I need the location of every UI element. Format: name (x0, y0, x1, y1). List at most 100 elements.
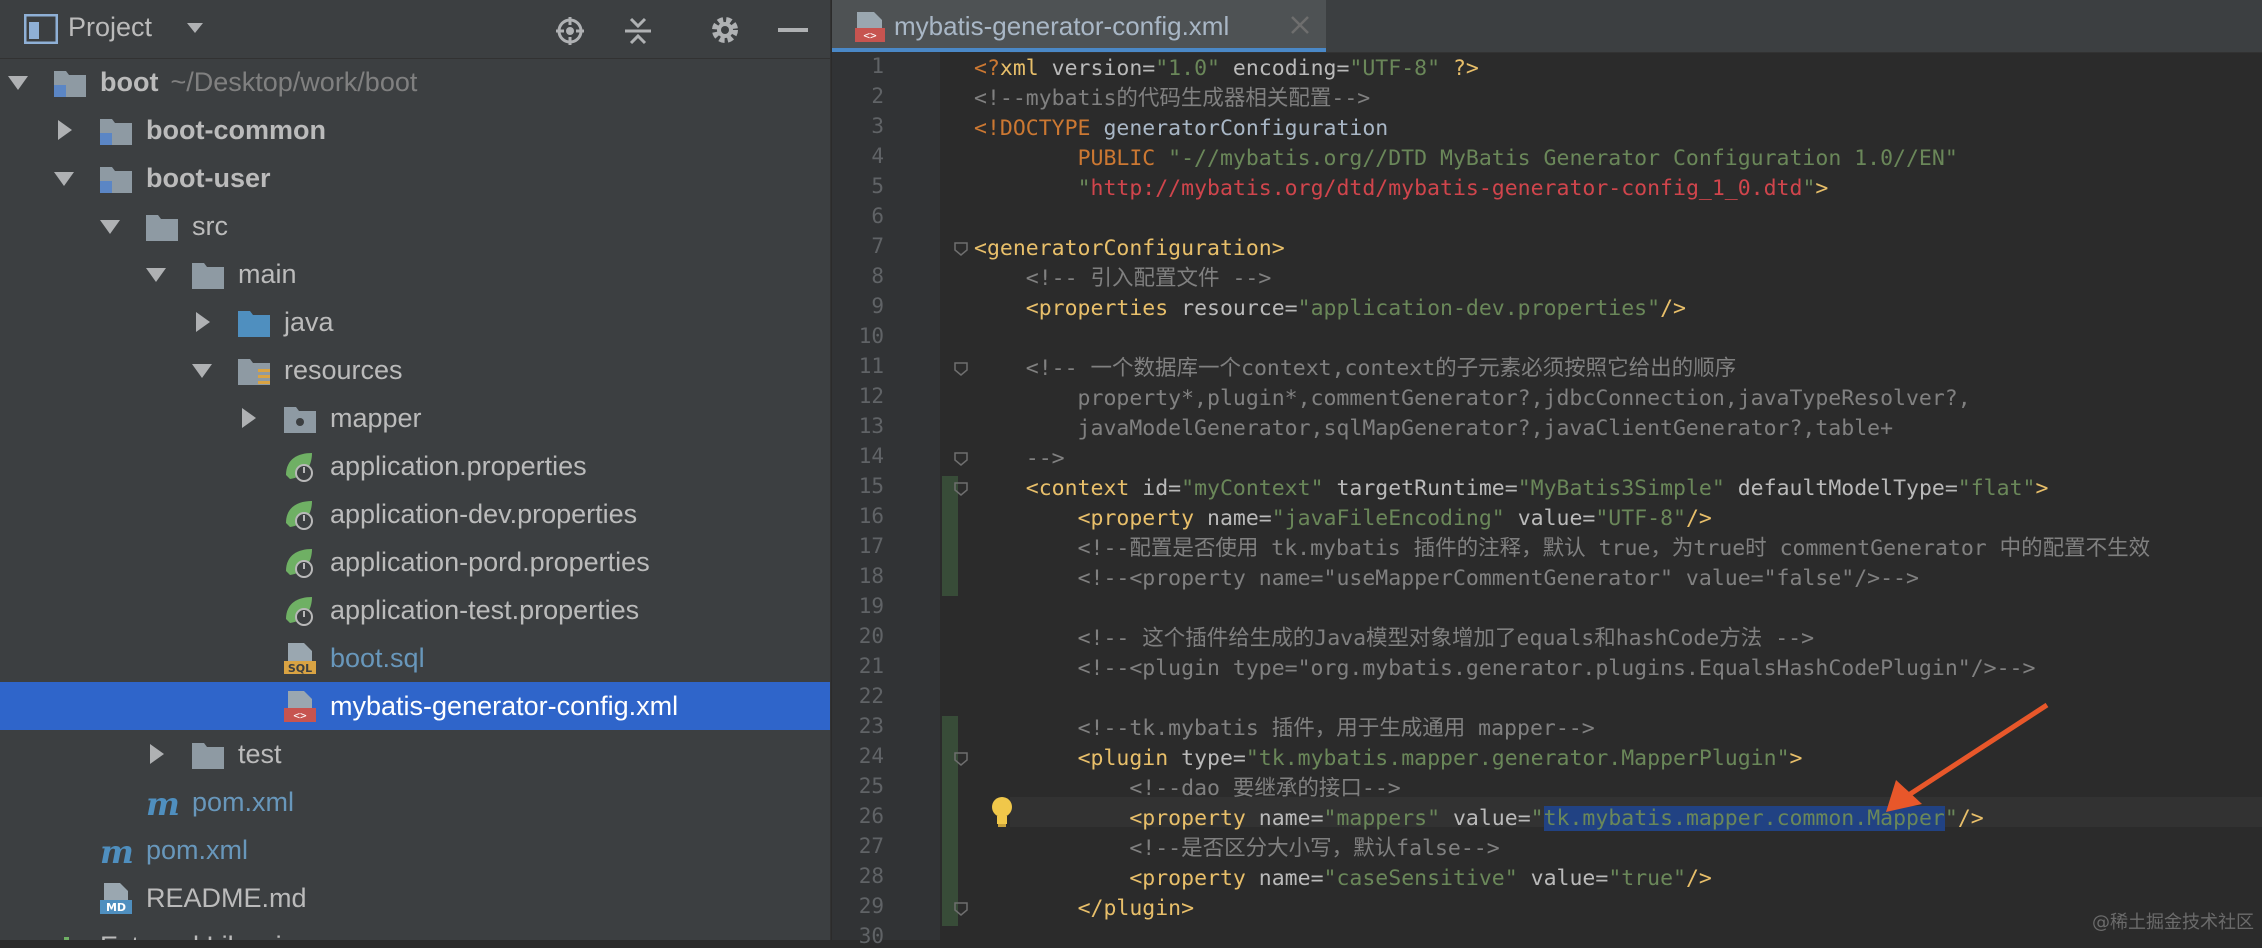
line-number: 11 (858, 354, 884, 378)
tree-node[interactable]: boot ~/Desktop/work/boot (0, 58, 830, 106)
code-token: " (1802, 176, 1816, 201)
tree-node[interactable]: application-test.properties (0, 586, 830, 634)
code-token: name= (1258, 866, 1324, 891)
line-number: 15 (858, 474, 884, 498)
tree-node[interactable]: test (0, 730, 830, 778)
tree-node[interactable]: application-pord.properties (0, 538, 830, 586)
code-line: <!--<plugin type="org.mybatis.generator.… (974, 654, 2036, 684)
code-token: resource= (1181, 296, 1298, 321)
minimize-icon[interactable] (778, 28, 808, 34)
editor-tab-label: mybatis-generator-config.xml (894, 11, 1230, 41)
code-line: <plugin type="tk.mybatis.mapper.generato… (974, 744, 1803, 774)
code-token: "-//mybatis.org//DTD MyBatis Generator C… (1168, 146, 1958, 171)
tree-node[interactable]: m pom.xml (0, 826, 830, 874)
code-line: </plugin> (974, 894, 1195, 924)
code-token: > (2035, 476, 2049, 501)
tree-node[interactable]: boot-common (0, 106, 830, 154)
tree-node-label: External Libraries (100, 931, 310, 940)
code-token: name= (1207, 506, 1272, 531)
source-folder-icon (238, 311, 270, 337)
line-number: 5 (871, 174, 884, 198)
project-panel-title[interactable]: Project (68, 12, 152, 43)
tree-node-name: java (284, 307, 334, 337)
code-line: PUBLIC "-//mybatis.org//DTD MyBatis Gene… (974, 144, 1958, 174)
code-token: encoding= (1219, 56, 1350, 81)
tree-node[interactable]: boot-user (0, 154, 830, 202)
project-tool-window: Project boot ~/Desktop/work/boot boot-comm… (0, 0, 830, 940)
tree-node[interactable]: application.properties (0, 442, 830, 490)
tree-node[interactable]: application-dev.properties (0, 490, 830, 538)
tree-node-name: resources (284, 355, 403, 385)
project-panel-header: Project (0, 0, 830, 59)
line-number: 12 (858, 384, 884, 408)
code-token: <!--mybatis的代码生成器相关配置--> (974, 86, 1371, 111)
expand-arrow-right-icon[interactable] (142, 740, 170, 768)
expand-arrow-down-icon[interactable] (4, 68, 32, 96)
code-line: <generatorConfiguration> (974, 234, 1285, 264)
expand-arrow-down-icon[interactable] (50, 164, 78, 192)
fold-marker-icon[interactable] (954, 752, 968, 766)
line-number: 28 (858, 864, 884, 888)
xml-file-icon: <> (284, 691, 316, 722)
tree-node[interactable]: resources (0, 346, 830, 394)
code-token: "myContext" (1181, 476, 1324, 501)
tree-node[interactable]: SQL boot.sql (0, 634, 830, 682)
collapse-all-icon[interactable] (623, 16, 653, 46)
fold-marker-icon[interactable] (954, 242, 968, 256)
tree-node[interactable]: m pom.xml (0, 778, 830, 826)
expand-arrow-right-icon[interactable] (50, 116, 78, 144)
code-token: "javaFileEncoding" (1271, 506, 1505, 531)
code-line: <property name="javaFileEncoding" value=… (974, 504, 1712, 534)
code-token: <!--<plugin type="org.mybatis.generator.… (1077, 656, 2036, 681)
code-line: <property name="caseSensitive" value="tr… (974, 864, 1712, 894)
tree-node[interactable]: java (0, 298, 830, 346)
fold-marker-icon[interactable] (954, 482, 968, 496)
code-line: <!--<property name="useMapperCommentGene… (974, 564, 1919, 594)
expand-arrow-down-icon[interactable] (188, 356, 216, 384)
spring-properties-icon (286, 597, 313, 626)
fold-marker-icon[interactable] (954, 902, 968, 916)
vcs-change-marker[interactable] (942, 716, 958, 926)
locate-icon[interactable] (556, 17, 584, 45)
code-line: javaModelGenerator,sqlMapGenerator?,java… (974, 414, 1893, 444)
line-number: 13 (858, 414, 884, 438)
line-number: 1 (871, 54, 884, 78)
code-token: <generatorConfiguration> (974, 236, 1285, 261)
close-icon[interactable] (1288, 13, 1312, 37)
tree-node[interactable]: MD README.md (0, 874, 830, 922)
code-token: type= (1181, 746, 1246, 771)
line-number: 4 (871, 144, 884, 168)
fold-marker-icon[interactable] (954, 362, 968, 376)
code-token: <!--dao 要继承的接口--> (1129, 776, 1401, 801)
tree-node-label: pom.xml (192, 787, 294, 818)
tree-node-name: test (238, 739, 282, 769)
line-number: 30 (858, 924, 884, 948)
folder-icon (192, 743, 224, 769)
editor-tab[interactable]: <> mybatis-generator-config.xml (832, 0, 1326, 52)
expand-arrow-down-icon[interactable] (96, 212, 124, 240)
chevron-down-icon[interactable] (186, 22, 204, 34)
tree-node[interactable]: main (0, 250, 830, 298)
code-line: --> (974, 444, 1065, 474)
tree-node[interactable]: External Libraries (0, 922, 830, 940)
expand-arrow-down-icon[interactable] (142, 260, 170, 288)
tree-node[interactable]: mapper (0, 394, 830, 442)
line-number: 25 (858, 774, 884, 798)
expand-arrow-right-icon[interactable] (234, 404, 262, 432)
tree-node[interactable]: src (0, 202, 830, 250)
expand-arrow-right-icon[interactable] (188, 308, 216, 336)
code-line: <?xml version="1.0" encoding="UTF-8" ?> (974, 54, 1479, 84)
code-token: <!--tk.mybatis 插件，用于生成通用 mapper--> (1077, 716, 1595, 741)
tree-node[interactable]: <> mybatis-generator-config.xml (0, 682, 830, 730)
gear-icon[interactable] (709, 14, 741, 46)
resources-folder-icon (238, 359, 270, 385)
code-token: property*,plugin*,commentGenerator?,jdbc… (974, 386, 1971, 411)
fold-marker-icon[interactable] (954, 452, 968, 466)
tree-node-name: mybatis-generator-config.xml (330, 691, 679, 721)
line-number: 26 (858, 804, 884, 828)
lightbulb-icon[interactable] (988, 795, 1016, 829)
line-number: 10 (858, 324, 884, 348)
project-view-icon (24, 14, 58, 44)
line-number-gutter: 1 2 3 4 5 6 7 8 9 10 11 12 13 14 15 16 17 18 19 20 21 22 23 24 2… (832, 52, 940, 948)
